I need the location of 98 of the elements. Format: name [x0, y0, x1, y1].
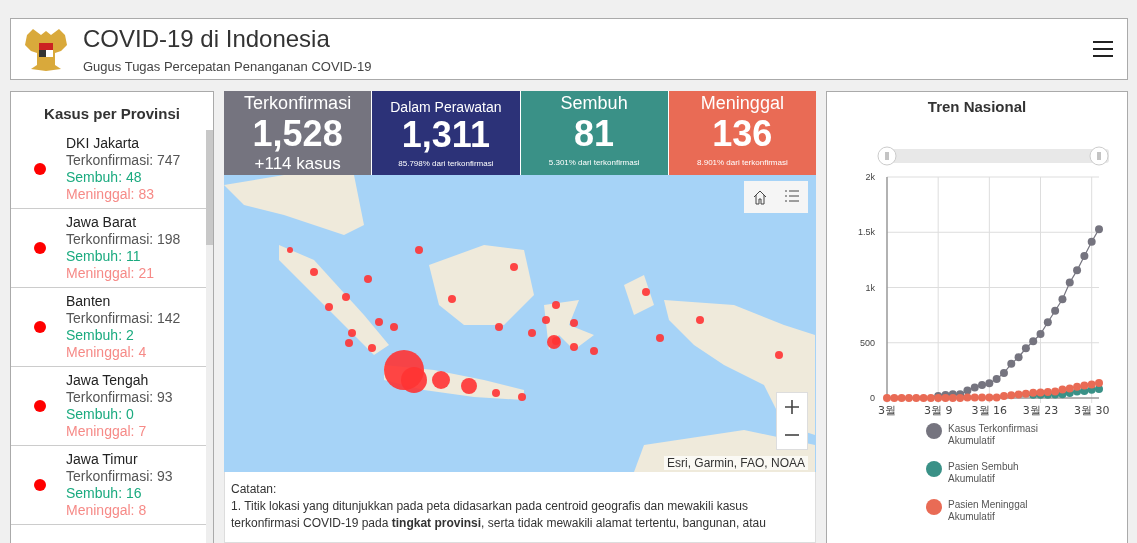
- recovered-count: Sembuh: 2: [66, 327, 135, 344]
- list-icon: [784, 189, 800, 205]
- confirmed-count: Terkonfirmasi: 142: [66, 310, 181, 327]
- data-point: [1014, 390, 1023, 399]
- death-count: Meninggal: 21: [66, 265, 155, 282]
- stat-value: 136: [712, 114, 773, 154]
- data-point: [963, 393, 972, 402]
- x-tick-label: 3월 30: [1073, 403, 1110, 418]
- stat-note: 5.301% dari terkonfirmasi: [548, 158, 640, 167]
- case-dot-icon: [34, 163, 46, 175]
- data-point: [978, 381, 987, 390]
- case-dot-icon: [34, 479, 46, 491]
- panel-title: Kasus per Provinsi: [43, 104, 181, 124]
- legend-label: Pasien Meninggal Akumulatif: [948, 499, 1029, 523]
- stat-value: 1,528: [252, 114, 343, 154]
- stat-note: +114 kasus: [254, 154, 341, 174]
- death-count: Meninggal: 7: [66, 423, 148, 440]
- notes-text: 1. Titik lokasi yang ditunjukkan pada peta didasarkan pada centroid geografis dan mewakili kasus terkonfirmasi COVID-19 pada tingkat provinsi, serta tidak mewakili alamat tertentu, bangunan, atau: [231, 498, 767, 532]
- confirmed-count: Terkonfirmasi: 747: [66, 152, 181, 169]
- data-point: [999, 391, 1008, 400]
- data-point: [978, 393, 987, 402]
- y-tick-label: 0: [870, 393, 875, 403]
- data-point: [985, 393, 994, 402]
- data-point: [1051, 387, 1060, 396]
- menu-icon[interactable]: [1093, 41, 1113, 57]
- y-tick-label: 1.5k: [858, 227, 875, 238]
- app-title: COVID-19 di Indonesia: [83, 24, 331, 53]
- data-point: [1058, 385, 1067, 394]
- data-point: [985, 379, 994, 388]
- province-name: Jawa Tengah: [66, 372, 150, 389]
- stat-note: 8.901% dari terkonfirmasi: [697, 158, 788, 167]
- x-tick-label: 3월 23: [1022, 403, 1059, 418]
- data-point: [1073, 266, 1082, 275]
- x-tick-label: 3월: [878, 403, 896, 418]
- data-point: [1029, 337, 1038, 346]
- data-point: [1051, 306, 1060, 315]
- data-point: [963, 386, 972, 395]
- y-tick-label: 500: [859, 337, 875, 348]
- province-name: Banten: [66, 293, 112, 310]
- data-point: [1087, 237, 1096, 246]
- death-count: Meninggal: 83: [66, 186, 155, 203]
- data-point: [970, 393, 979, 402]
- data-point: [1095, 225, 1103, 234]
- stat-label: Meninggal: [700, 93, 784, 114]
- case-dot-icon: [34, 321, 46, 333]
- y-tick-label: 2k: [865, 172, 875, 182]
- data-point: [1065, 278, 1074, 287]
- stat-value: 81: [574, 114, 615, 154]
- data-point: [1080, 381, 1089, 390]
- map-attribution: Esri, Garmin, FAO, NOAA: [663, 456, 808, 470]
- case-dot-icon: [34, 242, 46, 254]
- data-point: [1080, 252, 1089, 260]
- data-point: [1065, 384, 1074, 393]
- death-count: Meninggal: 4: [66, 344, 148, 361]
- data-point: [1021, 389, 1030, 398]
- stat-note: 85.798% dari terkonfirmasi: [398, 159, 494, 168]
- stat-value: 1,311: [401, 115, 490, 155]
- stat-label: Sembuh: [560, 93, 628, 114]
- data-point: [1021, 344, 1030, 353]
- app-subtitle: Gugus Tugas Percepatan Penanganan COVID-19: [83, 58, 373, 74]
- home-icon: [752, 189, 768, 205]
- data-point: [1087, 380, 1096, 389]
- data-point: [1058, 295, 1067, 304]
- recovered-count: Sembuh: 11: [66, 248, 142, 265]
- stat-label: Dalam Perawatan: [390, 99, 502, 115]
- notes-heading: Catatan:: [231, 481, 278, 498]
- data-point: [1007, 359, 1016, 368]
- legend-label: Kasus Terkonfirmasi Akumulatif: [948, 423, 1039, 447]
- data-point: [956, 393, 965, 402]
- x-tick-label: 3월 16: [971, 403, 1008, 418]
- legend-label: Pasien Sembuh Akumulatif: [948, 461, 1020, 485]
- plus-icon: [785, 400, 799, 414]
- recovered-count: Sembuh: 16: [66, 485, 143, 502]
- province-name: Jawa Barat: [66, 214, 138, 231]
- data-point: [1007, 391, 1016, 400]
- data-point: [1014, 353, 1023, 362]
- data-point: [948, 393, 957, 402]
- data-point: [1043, 387, 1052, 396]
- data-point: [999, 368, 1008, 377]
- case-dot-icon: [34, 400, 46, 412]
- province-name: Jawa Timur: [66, 451, 139, 468]
- x-tick-label: 3월 9: [923, 403, 953, 418]
- recovered-count: Sembuh: 48: [66, 169, 143, 186]
- data-point: [1073, 382, 1082, 391]
- data-point: [970, 383, 979, 392]
- range-slider[interactable]: [877, 146, 1109, 166]
- province-name: DKI Jakarta: [66, 135, 141, 152]
- recovered-count: Sembuh: 0: [66, 406, 135, 423]
- death-count: Meninggal: 8: [66, 502, 148, 519]
- panel-title: Tren Nasional: [927, 97, 1027, 115]
- confirmed-count: Terkonfirmasi: 198: [66, 231, 181, 248]
- y-tick-label: 1k: [865, 282, 875, 293]
- confirmed-count: Terkonfirmasi: 93: [66, 389, 173, 406]
- scrollbar[interactable]: [206, 130, 213, 543]
- data-point: [992, 393, 1001, 402]
- data-point: [1043, 318, 1052, 327]
- confirmed-count: Terkonfirmasi: 93: [66, 468, 173, 485]
- stat-label: Terkonfirmasi: [244, 93, 352, 114]
